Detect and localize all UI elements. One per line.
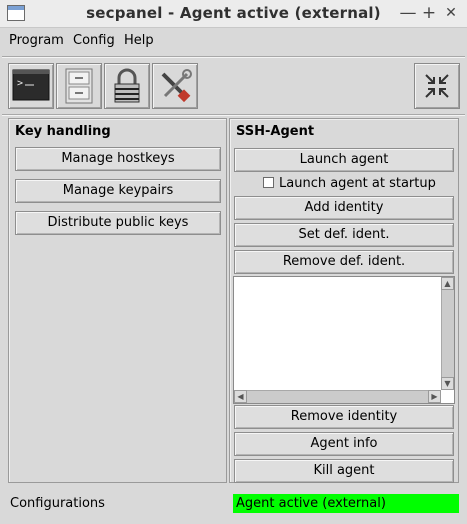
launch-agent-button[interactable]: Launch agent — [234, 148, 454, 172]
manage-keypairs-button[interactable]: Manage keypairs — [15, 179, 221, 203]
terminal-button[interactable]: > — [8, 63, 54, 109]
identity-list-horizontal-scrollbar[interactable]: ◀ ▶ — [234, 390, 441, 403]
padlock-icon — [114, 68, 140, 103]
menubar-divider — [2, 56, 465, 58]
agent-status-indicator: Agent active (external) — [233, 494, 459, 513]
scroll-up-arrow-icon[interactable]: ▲ — [441, 277, 454, 290]
padlock-button[interactable] — [104, 63, 150, 109]
scroll-right-arrow-icon[interactable]: ▶ — [428, 390, 441, 403]
menubar: Program Config Help — [0, 29, 467, 53]
identity-list[interactable] — [233, 276, 455, 404]
compress-arrows-icon — [425, 74, 449, 98]
identity-list-vertical-scrollbar[interactable]: ▲ ▼ — [441, 277, 454, 390]
key-handling-panel — [8, 118, 227, 483]
svg-text:>: > — [17, 78, 23, 89]
scroll-down-arrow-icon[interactable]: ▼ — [441, 377, 454, 390]
compress-window-button[interactable] — [414, 63, 460, 109]
scroll-left-arrow-icon[interactable]: ◀ — [234, 390, 247, 403]
toolbar-divider — [2, 114, 465, 116]
tools-icon — [161, 69, 192, 103]
close-icon[interactable]: ✕ — [441, 3, 461, 23]
launch-at-startup-checkbox[interactable] — [263, 177, 274, 188]
status-configurations: Configurations — [10, 496, 105, 511]
menu-config[interactable]: Config — [73, 33, 115, 48]
window-title: secpanel - Agent active (external) — [86, 4, 381, 22]
launch-at-startup-checkbox-row[interactable]: Launch agent at startup — [263, 176, 436, 191]
minimize-icon[interactable]: — — [398, 3, 418, 23]
manage-hostkeys-button[interactable]: Manage hostkeys — [15, 147, 221, 171]
distribute-public-keys-button[interactable]: Distribute public keys — [15, 211, 221, 235]
set-default-identity-button[interactable]: Set def. ident. — [234, 223, 454, 247]
file-cabinet-icon — [65, 68, 93, 104]
maximize-icon[interactable]: + — [419, 3, 439, 23]
agent-info-button[interactable]: Agent info — [234, 432, 454, 456]
terminal-icon: > — [12, 69, 50, 101]
file-cabinet-button[interactable] — [56, 63, 102, 109]
menu-help[interactable]: Help — [124, 33, 154, 48]
remove-default-identity-button[interactable]: Remove def. ident. — [234, 250, 454, 274]
remove-identity-button[interactable]: Remove identity — [234, 405, 454, 429]
launch-at-startup-label: Launch agent at startup — [279, 176, 436, 191]
menu-program[interactable]: Program — [9, 33, 64, 48]
key-handling-title: Key handling — [15, 124, 111, 139]
tools-button[interactable] — [152, 63, 198, 109]
ssh-agent-title: SSH-Agent — [236, 124, 315, 139]
window-titlebar: secpanel - Agent active (external) — + ✕ — [0, 0, 467, 28]
add-identity-button[interactable]: Add identity — [234, 196, 454, 220]
kill-agent-button[interactable]: Kill agent — [234, 459, 454, 483]
